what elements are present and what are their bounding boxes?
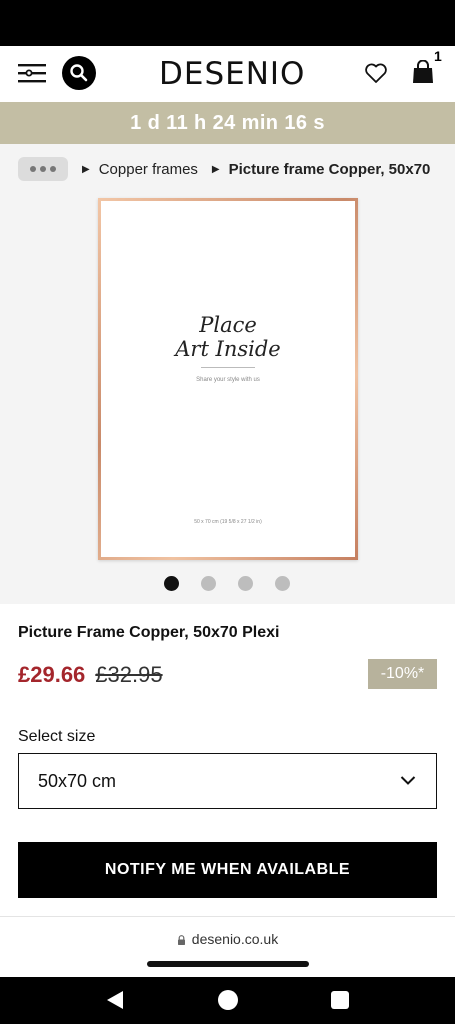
poster-title: Place Art Inside xyxy=(101,313,355,361)
url-display[interactable]: desenio.co.uk xyxy=(0,931,455,947)
poster-dimensions: 50 x 70 cm (19 5/8 x 27 1/2 in) xyxy=(194,519,262,525)
breadcrumb-arrow-icon: ▶ xyxy=(82,163,90,175)
home-indicator[interactable] xyxy=(147,961,309,967)
carousel-dot[interactable] xyxy=(275,576,290,591)
search-icon xyxy=(70,64,88,82)
url-text: desenio.co.uk xyxy=(191,931,279,947)
browser-url-bar: desenio.co.uk xyxy=(0,917,455,977)
discount-badge: -10%* xyxy=(368,659,437,689)
chevron-down-icon xyxy=(400,776,416,785)
recents-icon[interactable] xyxy=(331,991,349,1009)
notify-me-button[interactable]: NOTIFY ME WHEN AVAILABLE xyxy=(18,842,437,898)
original-price: £32.95 xyxy=(95,662,163,687)
size-label: Select size xyxy=(18,728,96,745)
breadcrumb-more-button[interactable] xyxy=(18,157,68,181)
poster-insert: Place Art Inside Share your style with u… xyxy=(101,201,355,557)
search-button[interactable] xyxy=(62,56,96,90)
product-image[interactable]: Place Art Inside Share your style with u… xyxy=(98,198,358,560)
lock-icon xyxy=(177,935,185,945)
home-icon[interactable] xyxy=(218,990,238,1010)
poster-subtitle: Share your style with us xyxy=(196,377,260,383)
poster-title-line2: Art Inside xyxy=(175,337,281,361)
poster-divider xyxy=(201,367,255,368)
poster-title-line1: Place xyxy=(199,313,257,337)
breadcrumb-current: Picture frame Copper, 50x70 xyxy=(228,160,431,178)
carousel-dot[interactable] xyxy=(201,576,216,591)
size-selected-value: 50x70 cm xyxy=(38,770,117,791)
android-nav-bar xyxy=(0,977,455,1024)
carousel-dot[interactable] xyxy=(164,576,179,591)
carousel-dot[interactable] xyxy=(238,576,253,591)
site-logo[interactable]: DESENIO xyxy=(159,54,304,94)
current-price: £29.66 xyxy=(18,662,86,687)
price-row: £29.66 £32.95 xyxy=(18,660,163,690)
breadcrumb: ▶ Copper frames ▶ Picture frame Copper, … xyxy=(18,156,455,182)
site-header: DESENIO 1 xyxy=(0,46,455,102)
countdown-banner: 1 d 11 h 24 min 16 s xyxy=(0,102,455,144)
product-title: Picture Frame Copper, 50x70 Plexi xyxy=(18,624,280,641)
cart-count: 1 xyxy=(434,48,442,64)
status-bar xyxy=(0,0,455,46)
product-gallery: ▶ Copper frames ▶ Picture frame Copper, … xyxy=(0,144,455,604)
wishlist-heart-icon[interactable] xyxy=(364,62,388,84)
carousel-dots xyxy=(164,576,290,591)
filter-menu-icon[interactable] xyxy=(18,62,48,84)
breadcrumb-copper-frames[interactable]: Copper frames xyxy=(99,161,198,178)
shopping-bag-icon[interactable] xyxy=(412,60,434,84)
back-icon[interactable] xyxy=(106,990,124,1010)
size-select[interactable]: 50x70 cm xyxy=(18,753,437,809)
breadcrumb-arrow-icon: ▶ xyxy=(211,163,220,175)
